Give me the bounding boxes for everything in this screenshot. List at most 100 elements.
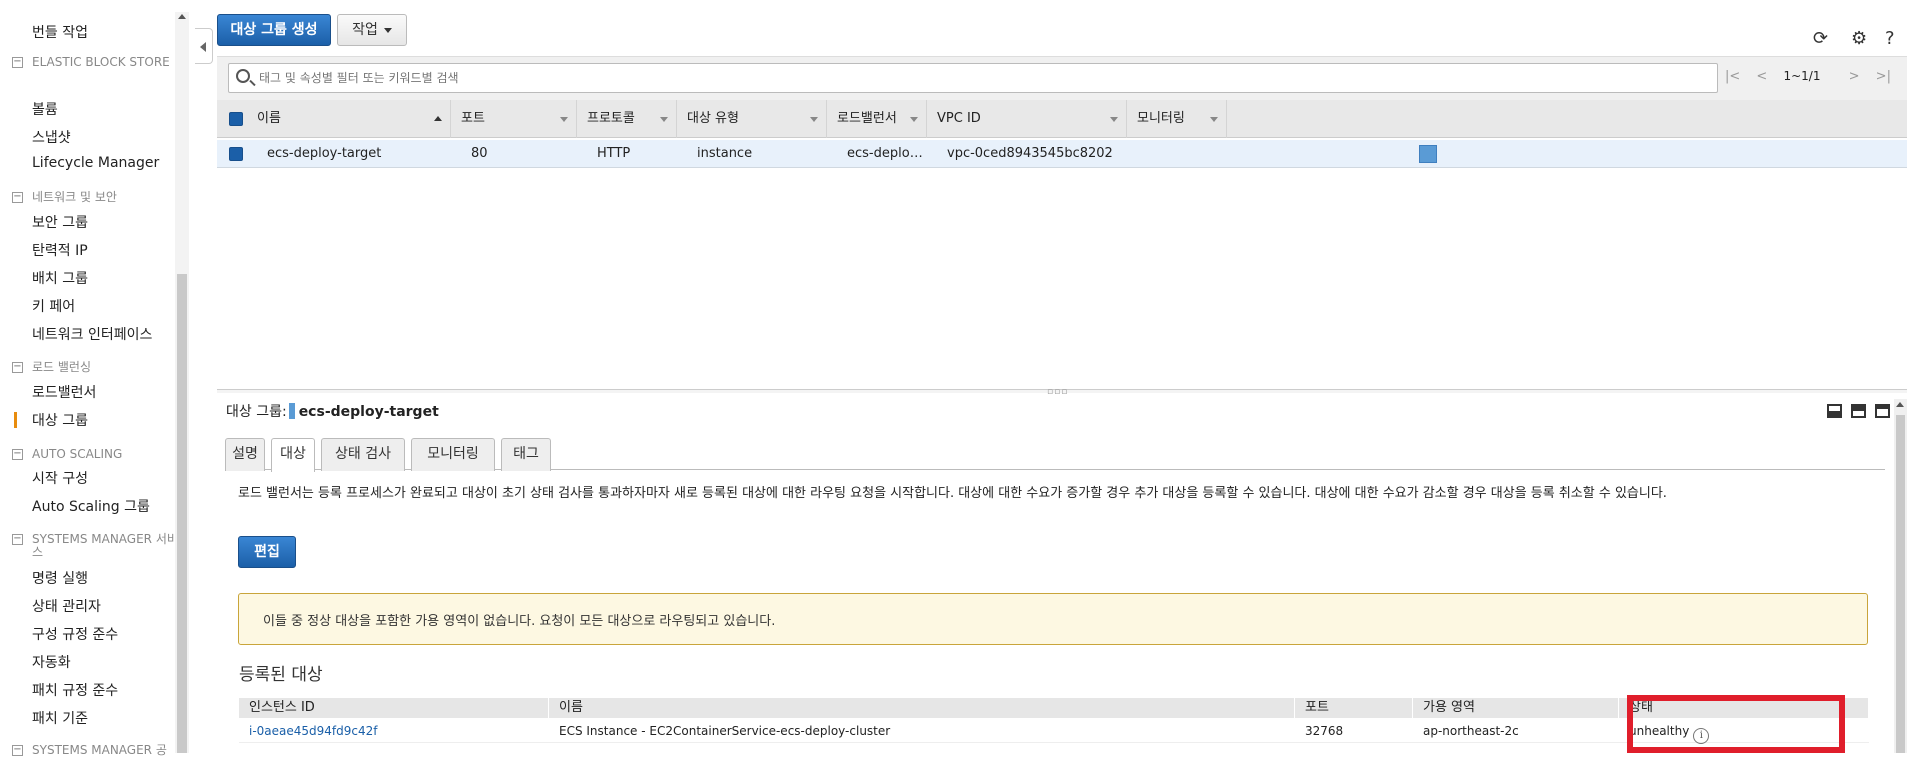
- scrollbar-thumb[interactable]: [1896, 415, 1905, 753]
- sidebar-item-snapshots[interactable]: 스냅샷: [32, 127, 71, 147]
- cell-target-type: instance: [697, 146, 753, 161]
- targets-description: 로드 밸런서는 등록 프로세스가 완료되고 대상이 초기 상태 검사를 통과하자…: [238, 486, 1667, 501]
- sidebar-item-configuration-compliance[interactable]: 구성 규정 준수: [32, 624, 118, 644]
- sidebar-item-target-groups[interactable]: 대상 그룹: [32, 410, 88, 430]
- sidebar-item-volumes[interactable]: 볼륨: [32, 99, 58, 119]
- column-header-availability-zone[interactable]: 가용 영역: [1413, 698, 1619, 718]
- sidebar-item-run-command[interactable]: 명령 실행: [32, 568, 88, 588]
- instance-id-link[interactable]: i-0aeae45d94fd9c42f: [239, 719, 378, 743]
- column-header-vpc-id[interactable]: VPC ID: [927, 100, 1127, 138]
- filter-bar: |< < 1~1/1 > >|: [217, 56, 1907, 100]
- sidebar-item-automation[interactable]: 자동화: [32, 652, 71, 672]
- search-input[interactable]: [259, 68, 1699, 88]
- status-highlight-annotation: [1627, 695, 1845, 753]
- layout-split-icon[interactable]: [1851, 404, 1866, 418]
- sidebar-item-lifecycle-manager[interactable]: Lifecycle Manager: [32, 155, 159, 171]
- row-checkbox[interactable]: [229, 147, 243, 161]
- toolbar: 대상 그룹 생성 작업 ⟳ ⚙ ?: [217, 12, 1907, 52]
- tab-health-checks[interactable]: 상태 검사: [321, 438, 405, 471]
- sidebar-item-launch-configurations[interactable]: 시작 구성: [32, 468, 88, 488]
- sidebar-item-patch-compliance[interactable]: 패치 규정 준수: [32, 680, 118, 700]
- help-icon[interactable]: ?: [1885, 28, 1895, 49]
- page-count: 1~1/1: [1783, 69, 1821, 83]
- sidebar-scrollbar[interactable]: [175, 12, 189, 753]
- sidebar-item-bundle-tasks[interactable]: 번들 작업: [32, 22, 88, 42]
- cell-port: 32768: [1305, 724, 1344, 738]
- detail-title: 대상 그룹: ecs-deploy-target: [226, 403, 439, 420]
- cell-vpc-id: vpc-0ced8943545bc8202: [947, 146, 1113, 161]
- column-header-port[interactable]: 포트: [1295, 698, 1413, 718]
- collapse-icon[interactable]: −: [12, 362, 23, 373]
- sort-icon: [1210, 117, 1218, 122]
- panel-splitter[interactable]: ▫▫▫: [217, 387, 1907, 397]
- collapse-icon[interactable]: −: [12, 449, 23, 460]
- sidebar-item-network-interfaces[interactable]: 네트워크 인터페이스: [32, 324, 152, 344]
- column-header-monitoring[interactable]: 모니터링: [1127, 100, 1227, 138]
- cell-port: 80: [471, 146, 488, 161]
- monitoring-icon[interactable]: [1419, 145, 1437, 163]
- column-header-name[interactable]: 이름: [549, 698, 1295, 718]
- sort-icon: [660, 117, 668, 122]
- sidebar-item-patch-baselines[interactable]: 패치 기준: [32, 708, 88, 728]
- sidebar-item-auto-scaling-groups[interactable]: Auto Scaling 그룹: [32, 496, 150, 516]
- collapse-icon[interactable]: −: [12, 57, 23, 68]
- pager: |< < 1~1/1 > >|: [1725, 69, 1903, 84]
- warning-alert: 이들 중 정상 대상을 포함한 가용 영역이 없습니다. 요청이 모든 대상으로…: [238, 593, 1868, 645]
- cell-availability-zone: ap-northeast-2c: [1423, 724, 1519, 738]
- sort-icon: [810, 117, 818, 122]
- collapse-icon[interactable]: −: [12, 534, 23, 545]
- detail-scrollbar[interactable]: [1894, 399, 1907, 753]
- first-page-icon[interactable]: |<: [1725, 69, 1740, 84]
- last-page-icon[interactable]: >|: [1876, 69, 1891, 84]
- table-header-row: 이름 포트 프로토콜 대상 유형 로드밸런서 VPC ID 모니터링: [217, 100, 1907, 138]
- detail-tabs: 설명 대상 상태 검사 모니터링 태그: [225, 438, 1885, 472]
- table-header-row: 인스턴스 ID 이름 포트 가용 영역 상태: [239, 698, 1869, 718]
- sidebar: 번들 작업 − ELASTIC BLOCK STORE 볼륨 스냅샷 Lifec…: [0, 0, 190, 757]
- active-indicator: [14, 412, 17, 428]
- prev-page-icon[interactable]: <: [1756, 69, 1767, 84]
- gear-icon[interactable]: ⚙: [1851, 28, 1867, 49]
- collapse-icon[interactable]: −: [12, 745, 23, 756]
- scrollbar-thumb[interactable]: [177, 274, 187, 753]
- search-icon: [236, 69, 250, 83]
- tab-description[interactable]: 설명: [225, 438, 265, 471]
- sidebar-collapse-button[interactable]: [195, 28, 213, 64]
- cell-protocol: HTTP: [597, 146, 631, 161]
- actions-dropdown-button[interactable]: 작업: [337, 14, 407, 46]
- column-header-instance-id[interactable]: 인스턴스 ID: [239, 698, 549, 718]
- sidebar-item-state-manager[interactable]: 상태 관리자: [32, 596, 101, 616]
- registered-targets-heading: 등록된 대상: [239, 665, 323, 685]
- next-page-icon[interactable]: >: [1849, 69, 1860, 84]
- tab-monitoring[interactable]: 모니터링: [411, 438, 495, 471]
- tab-tags[interactable]: 태그: [501, 438, 551, 471]
- sidebar-item-load-balancers[interactable]: 로드밸런서: [32, 382, 96, 402]
- table-row[interactable]: ecs-deploy-target 80 HTTP instance ecs-d…: [217, 140, 1907, 168]
- layout-bottom-icon[interactable]: [1827, 404, 1842, 418]
- column-header-protocol[interactable]: 프로토콜: [577, 100, 677, 138]
- layout-full-icon[interactable]: [1875, 404, 1890, 418]
- column-header-target-type[interactable]: 대상 유형: [677, 100, 827, 138]
- search-box[interactable]: [228, 63, 1718, 93]
- edit-button[interactable]: 편집: [238, 536, 296, 568]
- sort-icon: [1110, 117, 1118, 122]
- column-header-name[interactable]: 이름: [247, 100, 451, 138]
- chevron-left-icon: [200, 42, 206, 52]
- sort-icon: [560, 117, 568, 122]
- cell-name: ECS Instance - EC2ContainerService-ecs-d…: [559, 724, 891, 738]
- sidebar-item-placement-groups[interactable]: 배치 그룹: [32, 268, 88, 288]
- column-header-load-balancer[interactable]: 로드밸런서: [827, 100, 927, 138]
- sidebar-item-elastic-ips[interactable]: 탄력적 IP: [32, 240, 88, 260]
- create-target-group-button[interactable]: 대상 그룹 생성: [217, 14, 331, 46]
- cell-load-balancer: ecs-deploy…: [847, 146, 927, 161]
- collapse-icon[interactable]: −: [12, 192, 23, 203]
- tab-targets[interactable]: 대상: [271, 438, 315, 472]
- actions-label: 작업: [352, 22, 378, 38]
- scroll-up-icon[interactable]: [1896, 402, 1904, 407]
- scroll-up-icon[interactable]: [178, 14, 186, 19]
- column-header-port[interactable]: 포트: [451, 100, 577, 138]
- sidebar-item-security-groups[interactable]: 보안 그룹: [32, 212, 88, 232]
- sort-icon: [910, 117, 918, 122]
- select-all-checkbox[interactable]: [229, 112, 243, 126]
- sidebar-item-key-pairs[interactable]: 키 페어: [32, 296, 75, 316]
- refresh-icon[interactable]: ⟳: [1813, 28, 1828, 49]
